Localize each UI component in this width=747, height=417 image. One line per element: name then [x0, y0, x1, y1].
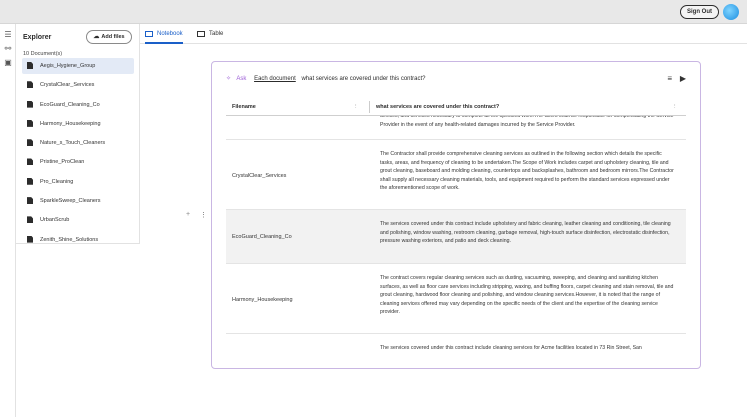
- sign-out-button[interactable]: Sign Out: [680, 5, 719, 19]
- file-name: Pristine_ProClean: [40, 159, 85, 166]
- document-icon: [27, 81, 33, 89]
- file-item[interactable]: Nature_s_Touch_Cleaners: [22, 135, 134, 151]
- table-row[interactable]: devices, and services necessary to compl…: [226, 116, 686, 140]
- document-icon: [27, 177, 33, 185]
- explorer-title: Explorer: [23, 34, 52, 41]
- document-icon: [27, 158, 33, 166]
- view-tabs: Notebook Table: [140, 24, 747, 44]
- avatar[interactable]: [723, 4, 739, 20]
- row-filename: Harmony_Housekeeping: [232, 297, 293, 303]
- panel-icon[interactable]: ▣: [3, 58, 13, 68]
- file-name: UrbanScrub: [40, 217, 70, 224]
- add-files-button[interactable]: ☁ Add files: [86, 30, 132, 44]
- file-name: Pro_Cleaning: [40, 178, 74, 185]
- top-bar: Sign Out: [0, 0, 747, 24]
- column-header-answer[interactable]: what services are covered under this con…: [376, 98, 499, 116]
- table-row[interactable]: CrystalClear_Services The Contractor shal…: [226, 140, 686, 210]
- menu-icon[interactable]: ≡: [667, 74, 672, 84]
- table-row[interactable]: EcoGuard_Cleaning_Co The services covered…: [226, 210, 686, 264]
- document-icon: [27, 139, 33, 147]
- row-answer: The services covered under this contract…: [380, 345, 642, 351]
- drag-handle-icon[interactable]: ⋮: [200, 211, 207, 219]
- file-item[interactable]: EcoGuard_Cleaning_Co: [22, 97, 134, 113]
- row-filename: CrystalClear_Services: [232, 173, 287, 179]
- column-header-filename[interactable]: Filename: [232, 98, 256, 116]
- query-bar: ✧ Ask Each document what services are co…: [226, 74, 426, 84]
- scope-selector[interactable]: Each document: [254, 76, 296, 82]
- document-icon: [27, 235, 33, 243]
- list-icon[interactable]: ☰: [3, 30, 13, 40]
- row-answer: The contract covers regular cleaning ser…: [380, 275, 674, 315]
- file-item[interactable]: Harmony_Housekeeping: [22, 116, 134, 132]
- file-item[interactable]: SparkleSweep_Cleaners: [22, 193, 134, 209]
- tab-table[interactable]: Table: [197, 24, 223, 44]
- document-count: 10 Document(s): [23, 51, 63, 57]
- document-icon: [27, 119, 33, 127]
- table-icon: [197, 31, 205, 37]
- explorer-panel: Explorer ☁ Add files 10 Document(s) Aegis…: [16, 24, 140, 244]
- sparkle-icon: ✧: [226, 76, 232, 82]
- document-icon: [27, 197, 33, 205]
- document-icon: [27, 100, 33, 108]
- tree-icon[interactable]: ⚯: [3, 44, 13, 54]
- row-answer: devices, and services necessary to compl…: [380, 116, 674, 128]
- question-text[interactable]: what services are covered under this con…: [301, 76, 425, 82]
- table-row[interactable]: The services covered under this contract…: [226, 334, 686, 368]
- file-name: SparkleSweep_Cleaners: [40, 198, 101, 205]
- table-body: devices, and services necessary to compl…: [226, 116, 686, 368]
- column-divider[interactable]: [369, 101, 370, 113]
- table-header: Filename ⋮ what services are covered und…: [226, 98, 686, 116]
- row-answer: The Contractor shall provide comprehensi…: [380, 151, 674, 191]
- add-cell-button[interactable]: +: [186, 211, 190, 218]
- column-menu-icon[interactable]: ⋮: [672, 98, 678, 116]
- left-rail: ☰ ⚯ ▣: [0, 24, 16, 417]
- file-item[interactable]: Pristine_ProClean: [22, 154, 134, 170]
- file-item[interactable]: Pro_Cleaning: [22, 174, 134, 190]
- row-answer: The services covered under this contract…: [380, 221, 671, 244]
- results-table: Filename ⋮ what services are covered und…: [226, 98, 686, 351]
- ask-label: Ask: [236, 76, 247, 82]
- file-list: Aegis_Hygiene_Group CrystalClear_Services…: [22, 58, 134, 251]
- file-name: Nature_s_Touch_Cleaners: [40, 140, 106, 147]
- file-name: Zenith_Shine_Solutions: [40, 236, 99, 243]
- tab-notebook[interactable]: Notebook: [145, 24, 183, 44]
- notebook-icon: [145, 31, 153, 37]
- file-item[interactable]: UrbanScrub: [22, 212, 134, 228]
- file-name: Aegis_Hygiene_Group: [40, 63, 96, 69]
- file-item[interactable]: Aegis_Hygiene_Group: [22, 58, 134, 74]
- table-row[interactable]: Harmony_Housekeeping The contract covers …: [226, 264, 686, 334]
- document-icon: [27, 216, 33, 224]
- file-item[interactable]: CrystalClear_Services: [22, 77, 134, 93]
- column-menu-icon[interactable]: ⋮: [353, 98, 359, 116]
- document-icon: [27, 62, 33, 69]
- upload-icon: ☁: [93, 34, 100, 40]
- query-cell: ✧ Ask Each document what services are co…: [211, 61, 701, 369]
- file-name: Harmony_Housekeeping: [40, 120, 101, 127]
- file-item[interactable]: Zenith_Shine_Solutions: [22, 232, 134, 248]
- run-icon[interactable]: ▶: [680, 74, 686, 84]
- file-name: CrystalClear_Services: [40, 82, 95, 89]
- file-name: EcoGuard_Cleaning_Co: [40, 101, 100, 108]
- row-filename: EcoGuard_Cleaning_Co: [232, 234, 292, 240]
